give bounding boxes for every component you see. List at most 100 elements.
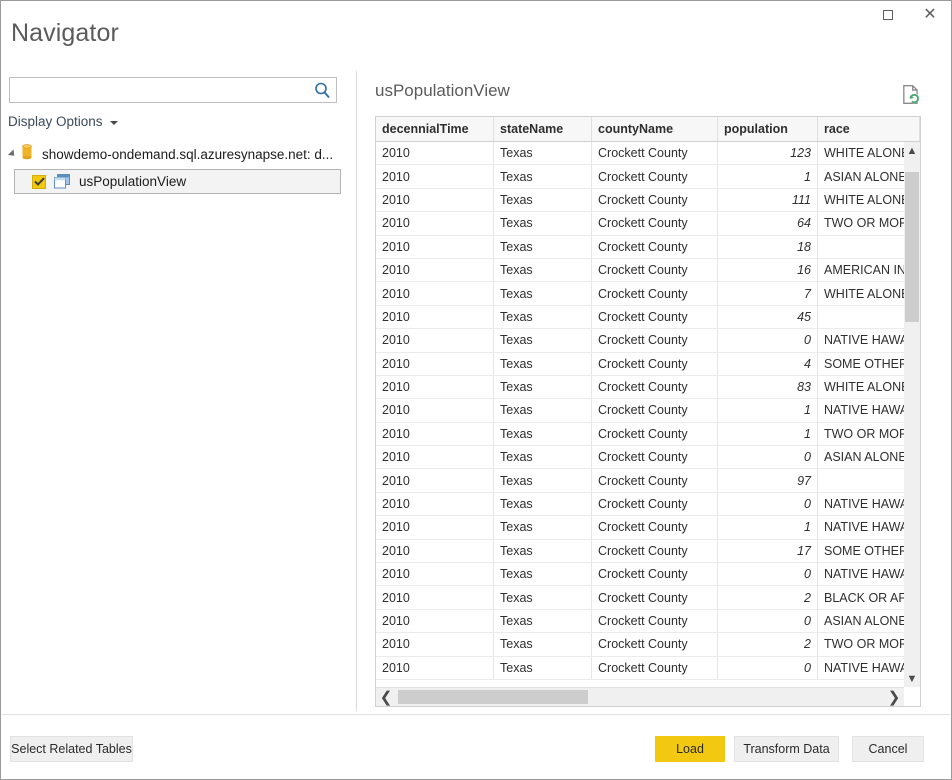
- horizontal-scrollbar-thumb[interactable]: [398, 690, 588, 704]
- table-row[interactable]: 2010TexasCrockett County1NATIVE HAWAI: [376, 399, 920, 422]
- table-row[interactable]: 2010TexasCrockett County83WHITE ALONE: [376, 376, 920, 399]
- table-row[interactable]: 2010TexasCrockett County2TWO OR MORE: [376, 633, 920, 656]
- table-cell: 2010: [376, 236, 494, 258]
- table-cell: Crockett County: [592, 212, 718, 234]
- table-row[interactable]: 2010TexasCrockett County0ASIAN ALONE: [376, 446, 920, 469]
- table-cell: Texas: [494, 633, 592, 655]
- table-cell: 2010: [376, 657, 494, 679]
- tree-node-view-label: usPopulationView: [79, 174, 186, 189]
- maximize-icon: [883, 10, 893, 20]
- table-cell: Crockett County: [592, 306, 718, 328]
- table-cell: Crockett County: [592, 540, 718, 562]
- table-row[interactable]: 2010TexasCrockett County4SOME OTHER R: [376, 353, 920, 376]
- table-row[interactable]: 2010TexasCrockett County0NATIVE HAWAI: [376, 329, 920, 352]
- table-cell: 2010: [376, 189, 494, 211]
- grid-column-header[interactable]: population: [718, 117, 818, 141]
- table-cell: Texas: [494, 259, 592, 281]
- table-cell: Crockett County: [592, 563, 718, 585]
- table-cell: 16: [718, 259, 818, 281]
- database-icon: [21, 144, 33, 165]
- table-cell: Crockett County: [592, 329, 718, 351]
- search-input[interactable]: [10, 78, 310, 102]
- table-row[interactable]: 2010TexasCrockett County97: [376, 469, 920, 492]
- table-cell: 2010: [376, 446, 494, 468]
- table-row[interactable]: 2010TexasCrockett County16AMERICAN IND: [376, 259, 920, 282]
- display-options-label: Display Options: [8, 114, 103, 129]
- search-icon[interactable]: [313, 81, 332, 100]
- table-cell: 1: [718, 516, 818, 538]
- table-cell: 2010: [376, 563, 494, 585]
- table-cell: 2010: [376, 212, 494, 234]
- navigator-dialog: ✕ Navigator Display Options: [0, 0, 952, 780]
- table-cell: Texas: [494, 563, 592, 585]
- table-row[interactable]: 2010TexasCrockett County111WHITE ALONE: [376, 189, 920, 212]
- table-row[interactable]: 2010TexasCrockett County123WHITE ALONE: [376, 142, 920, 165]
- select-related-tables-button[interactable]: Select Related Tables: [10, 736, 133, 762]
- load-button[interactable]: Load: [655, 736, 725, 762]
- search-box[interactable]: [9, 77, 337, 103]
- table-cell: 2010: [376, 610, 494, 632]
- table-cell: Texas: [494, 540, 592, 562]
- table-cell: 2010: [376, 633, 494, 655]
- chevron-down-icon[interactable]: ▼: [904, 670, 920, 687]
- table-cell: Crockett County: [592, 493, 718, 515]
- page-title: Navigator: [11, 19, 119, 48]
- table-cell: 2010: [376, 540, 494, 562]
- table-cell: 2010: [376, 423, 494, 445]
- table-row[interactable]: 2010TexasCrockett County17SOME OTHER R: [376, 540, 920, 563]
- table-row[interactable]: 2010TexasCrockett County7WHITE ALONE: [376, 282, 920, 305]
- table-cell: Texas: [494, 236, 592, 258]
- vertical-scrollbar-thumb[interactable]: [905, 172, 919, 322]
- close-button[interactable]: ✕: [909, 1, 951, 29]
- grid-column-header[interactable]: race: [818, 117, 920, 141]
- table-cell: Texas: [494, 353, 592, 375]
- horizontal-scrollbar[interactable]: ❮ ❯: [376, 687, 904, 706]
- chevron-left-icon[interactable]: ❮: [376, 688, 396, 706]
- view-table-icon: [54, 174, 71, 189]
- cancel-button[interactable]: Cancel: [852, 736, 924, 762]
- table-row[interactable]: 2010TexasCrockett County0ASIAN ALONE: [376, 610, 920, 633]
- table-cell: Crockett County: [592, 423, 718, 445]
- table-cell: Crockett County: [592, 586, 718, 608]
- table-cell: 18: [718, 236, 818, 258]
- table-cell: 2010: [376, 493, 494, 515]
- grid-column-header[interactable]: countyName: [592, 117, 718, 141]
- table-cell: 45: [718, 306, 818, 328]
- pane-divider: [356, 71, 357, 711]
- chevron-down-icon: [110, 121, 118, 125]
- table-cell: 2010: [376, 353, 494, 375]
- table-cell: Crockett County: [592, 282, 718, 304]
- table-cell: 2010: [376, 586, 494, 608]
- maximize-button[interactable]: [867, 1, 909, 29]
- table-cell: 97: [718, 469, 818, 491]
- table-row[interactable]: 2010TexasCrockett County64TWO OR MORE: [376, 212, 920, 235]
- table-cell: 64: [718, 212, 818, 234]
- chevron-up-icon[interactable]: ▲: [904, 142, 920, 159]
- grid-column-header[interactable]: stateName: [494, 117, 592, 141]
- table-row[interactable]: 2010TexasCrockett County0NATIVE HAWAI: [376, 493, 920, 516]
- chevron-right-icon[interactable]: ❯: [884, 688, 904, 706]
- left-pane: Display Options: [1, 63, 356, 709]
- display-options-dropdown[interactable]: Display Options: [8, 114, 118, 129]
- refresh-preview-icon[interactable]: [901, 84, 921, 110]
- view-checkbox[interactable]: [32, 175, 46, 189]
- tree-node-view[interactable]: usPopulationView: [14, 169, 341, 194]
- table-cell: 2010: [376, 306, 494, 328]
- expander-expanded-icon[interactable]: [8, 149, 17, 158]
- table-row[interactable]: 2010TexasCrockett County45: [376, 306, 920, 329]
- table-row[interactable]: 2010TexasCrockett County2BLACK OR AFRI: [376, 586, 920, 609]
- grid-header-row: decennialTimestateNamecountyNamepopulati…: [376, 117, 920, 142]
- tree-node-database[interactable]: showdemo-ondemand.sql.azuresynapse.net: …: [1, 143, 346, 165]
- vertical-scrollbar[interactable]: ▲ ▼: [904, 142, 920, 687]
- table-row[interactable]: 2010TexasCrockett County18: [376, 236, 920, 259]
- transform-data-button[interactable]: Transform Data: [734, 736, 839, 762]
- table-row[interactable]: 2010TexasCrockett County1NATIVE HAWAI: [376, 516, 920, 539]
- table-row[interactable]: 2010TexasCrockett County1ASIAN ALONE: [376, 165, 920, 188]
- table-cell: 4: [718, 353, 818, 375]
- table-row[interactable]: 2010TexasCrockett County0NATIVE HAWAI: [376, 657, 920, 680]
- table-row[interactable]: 2010TexasCrockett County0NATIVE HAWAI: [376, 563, 920, 586]
- table-cell: Texas: [494, 376, 592, 398]
- table-row[interactable]: 2010TexasCrockett County1TWO OR MORE: [376, 423, 920, 446]
- tree-node-database-label: showdemo-ondemand.sql.azuresynapse.net: …: [42, 147, 333, 162]
- grid-column-header[interactable]: decennialTime: [376, 117, 494, 141]
